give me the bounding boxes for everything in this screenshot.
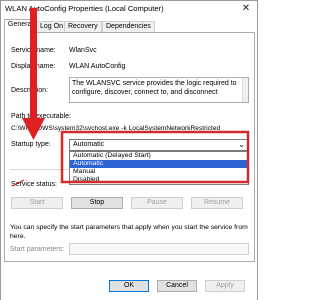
description-label: Description: bbox=[11, 87, 48, 94]
cancel-button[interactable]: Cancel bbox=[157, 280, 197, 292]
startup-type-value: Automatic bbox=[73, 141, 105, 148]
path-value: C:\WINDOWS\system32\svchost.exe -k Local… bbox=[11, 125, 221, 132]
display-name-label: Display name: bbox=[11, 63, 56, 70]
option-automatic[interactable]: Automatic bbox=[70, 160, 248, 168]
startup-type-dropdown: Automatic (Delayed Start) Automatic Manu… bbox=[69, 151, 249, 185]
service-name-value: WlanSvc bbox=[69, 47, 97, 54]
pause-button[interactable]: Pause bbox=[131, 197, 183, 209]
start-params-input[interactable] bbox=[69, 243, 249, 255]
service-name-label: Service name: bbox=[11, 47, 56, 54]
close-icon[interactable]: ✕ bbox=[239, 3, 253, 15]
display-name-value: WLAN AutoConfig bbox=[69, 63, 126, 70]
tab-general[interactable]: General bbox=[4, 19, 37, 33]
option-disabled[interactable]: Disabled bbox=[70, 176, 248, 184]
window-title: WLAN AutoConfig Properties (Local Comput… bbox=[5, 4, 164, 13]
start-params-note: You can specify the start parameters tha… bbox=[10, 224, 248, 240]
resume-button[interactable]: Resume bbox=[191, 197, 243, 209]
properties-dialog: WLAN AutoConfig Properties (Local Comput… bbox=[0, 0, 258, 300]
startup-type-label: Startup type: bbox=[11, 141, 51, 148]
description-text: The WLANSVC service provides the logic r… bbox=[72, 80, 237, 96]
start-button[interactable]: Start bbox=[11, 197, 63, 209]
stop-button[interactable]: Stop bbox=[71, 197, 123, 209]
start-params-label: Start parameters: bbox=[10, 246, 65, 253]
option-manual[interactable]: Manual bbox=[70, 168, 248, 176]
service-status-label: Service status: bbox=[11, 181, 57, 188]
chevron-down-icon[interactable]: ⌄ bbox=[238, 140, 245, 149]
option-automatic-delayed[interactable]: Automatic (Delayed Start) bbox=[70, 152, 248, 160]
apply-button[interactable]: Apply bbox=[205, 280, 245, 292]
ok-button[interactable]: OK bbox=[109, 280, 149, 292]
startup-type-select[interactable]: Automatic ⌄ bbox=[69, 139, 249, 151]
tab-strip: General Log On Recovery Dependencies bbox=[4, 19, 254, 33]
description-scrollbar[interactable] bbox=[242, 78, 248, 102]
description-box: The WLANSVC service provides the logic r… bbox=[69, 77, 249, 103]
dialog-footer: OK Cancel Apply bbox=[1, 266, 257, 300]
path-label: Path to executable: bbox=[11, 113, 71, 120]
title-bar: WLAN AutoConfig Properties (Local Comput… bbox=[1, 1, 257, 17]
